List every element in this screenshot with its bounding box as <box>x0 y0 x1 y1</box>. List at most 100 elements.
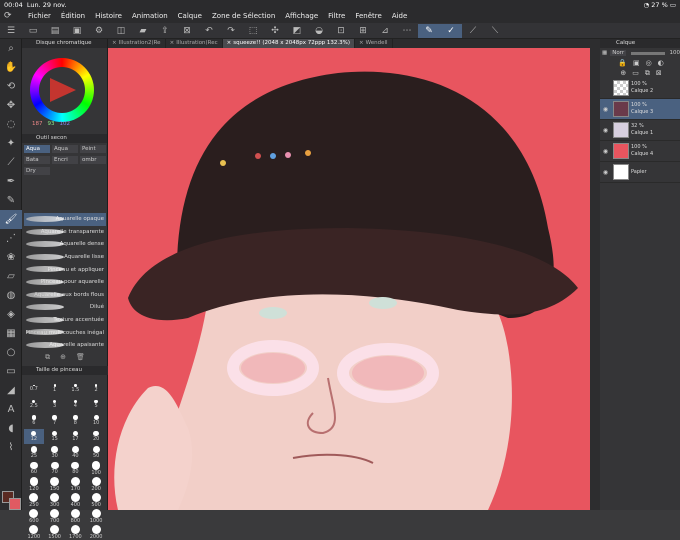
layer-row[interactable]: 100 %Calque 2 <box>600 78 680 99</box>
layer-row[interactable]: ◉ Papier <box>600 162 680 183</box>
move-tool-icon[interactable]: ✥ <box>0 96 22 115</box>
subtool-aquarelle-1[interactable]: Aqua <box>24 145 50 153</box>
brush-size-option[interactable]: 40 <box>66 445 86 460</box>
brush-size-option[interactable]: 150 <box>45 477 65 492</box>
new-layer-icon[interactable]: ⊕ <box>620 69 626 77</box>
brush-size-option[interactable]: 5 <box>86 397 106 412</box>
rotate-tool-icon[interactable]: ⟲ <box>0 77 22 96</box>
blend-mode-select[interactable]: Norr <box>610 50 626 56</box>
close-icon[interactable]: × <box>359 40 364 46</box>
save-icon[interactable]: ▣ <box>66 24 88 38</box>
brush-size-option[interactable]: 8 <box>66 413 86 428</box>
mask-icon[interactable]: ◐ <box>658 59 664 67</box>
brush-size-option[interactable]: 25 <box>24 445 44 460</box>
eye-icon[interactable]: ◉ <box>600 169 611 176</box>
invert-selection-icon[interactable]: ◩ <box>286 24 308 38</box>
reference-icon[interactable]: ◎ <box>646 59 652 67</box>
brush-item[interactable]: Pinceau et appliquer <box>24 263 106 276</box>
brush-size-option[interactable]: 250 <box>24 493 44 508</box>
perspective-icon[interactable]: ⟍ <box>484 24 506 38</box>
close-icon[interactable]: × <box>170 40 175 46</box>
menu-filtre[interactable]: Filtre <box>328 12 345 20</box>
magic-wand-icon[interactable]: ✦ <box>0 134 22 153</box>
selection-icon[interactable]: ⬚ <box>242 24 264 38</box>
clear-icon[interactable]: ⊠ <box>176 24 198 38</box>
tab-squeeze[interactable]: ×squeeze!! (2048 x 2048px 72ppp 132.3%) <box>223 39 355 48</box>
shape-tool-icon[interactable]: ○ <box>0 343 22 362</box>
brush-size-option[interactable]: 200 <box>86 477 106 492</box>
brush-size-option[interactable]: 500 <box>86 493 106 508</box>
layer-row[interactable]: ◉ 32 %Calque 1 <box>600 120 680 141</box>
eye-icon[interactable]: ◉ <box>600 106 611 113</box>
pen-tool-icon[interactable]: ✒ <box>0 172 22 191</box>
eye-icon[interactable]: ◉ <box>600 127 611 134</box>
tab-illustration2[interactable]: ×Illustration2(Re <box>108 39 166 48</box>
brush-size-option[interactable]: 70 <box>45 461 65 476</box>
brush-item[interactable]: Aquarelle transparente <box>24 226 106 239</box>
delete-brush-icon[interactable]: 🗑 <box>76 353 85 363</box>
brush-item[interactable]: Pinceau pour aquarelle <box>24 276 106 289</box>
brush-size-option[interactable]: 15 <box>45 429 65 444</box>
deselect-icon[interactable]: ✣ <box>264 24 286 38</box>
redo-icon[interactable]: ↷ <box>220 24 242 38</box>
subtool-encre[interactable]: Encri <box>52 156 78 164</box>
fill-icon[interactable]: ◒ <box>308 24 330 38</box>
lock-icon[interactable]: 🔒 <box>618 59 627 67</box>
menu-histoire[interactable]: Histoire <box>95 12 122 20</box>
subtool-aquarelle-2[interactable]: Aqua <box>52 145 78 153</box>
hamburger-menu-icon[interactable]: ☰ <box>0 24 22 38</box>
subtool-bata[interactable]: Bata <box>24 156 50 164</box>
brush-size-option[interactable]: 7 <box>45 413 65 428</box>
brush-mode-icon[interactable]: ✓ <box>440 24 462 38</box>
brush-size-option[interactable]: 3 <box>45 397 65 412</box>
brush-size-option[interactable]: 17 <box>66 429 86 444</box>
decoration-tool-icon[interactable]: ❀ <box>0 248 22 267</box>
transform-icon[interactable]: ⊡ <box>330 24 352 38</box>
eraser-tool-icon[interactable]: ▱ <box>0 267 22 286</box>
brush-item[interactable]: Aquarelle apaisante <box>24 339 106 352</box>
tab-wendell[interactable]: ×Wendell <box>355 39 393 48</box>
brush-size-option[interactable]: 400 <box>66 493 86 508</box>
open-file-icon[interactable]: ▤ <box>44 24 66 38</box>
brush-size-option[interactable]: 100 <box>86 461 106 476</box>
ruler-icon[interactable]: ⊞ <box>352 24 374 38</box>
zoom-tool-icon[interactable]: ⌕ <box>0 39 22 58</box>
app-logo-icon[interactable]: ⟳ <box>4 11 18 21</box>
color-triangle[interactable] <box>50 78 76 102</box>
opacity-slider[interactable] <box>631 52 664 55</box>
brush-item[interactable]: Texture accentuée <box>24 314 106 327</box>
brush-size-option[interactable]: 120 <box>24 477 44 492</box>
blend-tool-icon[interactable]: ◍ <box>0 286 22 305</box>
brush-item[interactable]: Aquarelle aux bords flous <box>24 289 106 302</box>
brush-size-option[interactable]: 1 <box>45 381 65 396</box>
brush-item[interactable]: Pinceau multicouches inégal <box>24 326 106 339</box>
menu-affichage[interactable]: Affichage <box>285 12 318 20</box>
export-icon[interactable]: ⇪ <box>154 24 176 38</box>
folder-icon[interactable]: ▰ <box>132 24 154 38</box>
ruler-tool-icon[interactable]: ◢ <box>0 381 22 400</box>
fill-tool-icon[interactable]: ◈ <box>0 305 22 324</box>
hand-tool-icon[interactable]: ✋ <box>0 58 22 77</box>
brush-size-option[interactable]: 50 <box>86 445 106 460</box>
opacity-value[interactable]: 100 <box>670 50 680 56</box>
pencil-tool-icon[interactable]: ✎ <box>0 191 22 210</box>
eyedropper-icon[interactable]: ⟋ <box>0 153 22 172</box>
menu-animation[interactable]: Animation <box>132 12 168 20</box>
snap-special-icon[interactable]: ⋯ <box>396 24 418 38</box>
brush-size-option[interactable]: 2000 <box>86 525 106 540</box>
subtool-ombre[interactable]: ombr <box>80 156 106 164</box>
undo-icon[interactable]: ↶ <box>198 24 220 38</box>
brush-size-option[interactable]: 1000 <box>86 509 106 524</box>
brush-size-option[interactable]: 1500 <box>45 525 65 540</box>
new-canvas-icon[interactable]: ▭ <box>22 24 44 38</box>
lasso-tool-icon[interactable]: ◌ <box>0 115 22 134</box>
eye-icon[interactable]: ◉ <box>600 148 611 155</box>
brush-size-option[interactable]: 600 <box>24 509 44 524</box>
gradient-tool-icon[interactable]: ▦ <box>0 324 22 343</box>
sub-color-swatch[interactable] <box>9 498 21 510</box>
brush-item[interactable]: Aquarelle opaque <box>24 213 106 226</box>
snap-icon[interactable]: ⊿ <box>374 24 396 38</box>
brush-item[interactable]: Aquarelle dense <box>24 238 106 251</box>
tab-illustration[interactable]: ×Illustration(Rec <box>166 39 223 48</box>
brush-tool-icon[interactable]: 🖌 <box>0 210 22 229</box>
